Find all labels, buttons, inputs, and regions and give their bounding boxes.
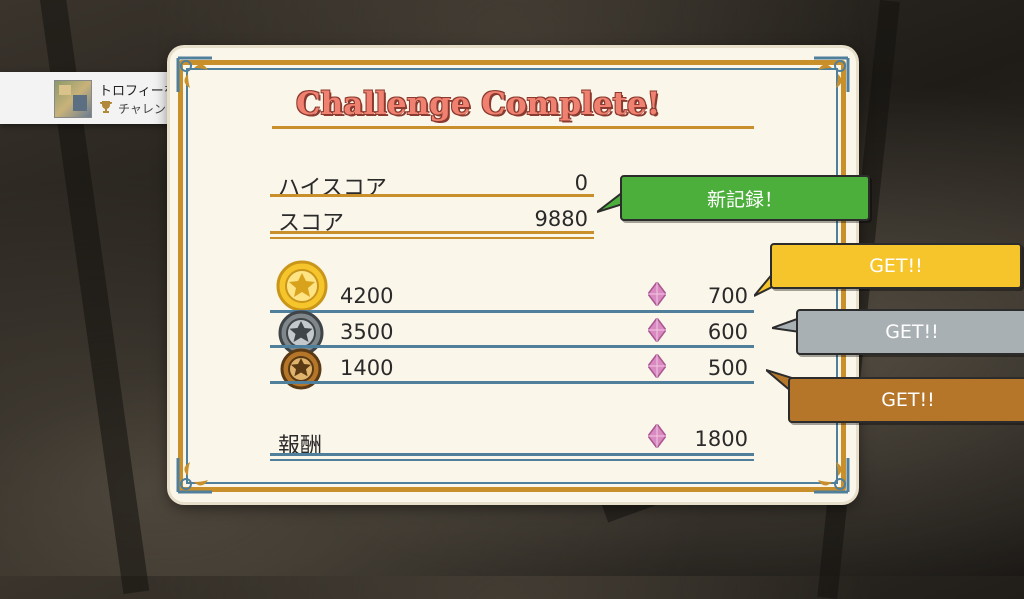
score-underline-double <box>270 237 594 239</box>
silver-get-badge: GET!! <box>796 309 1024 355</box>
silver-reward: 600 <box>707 320 748 344</box>
gem-icon <box>648 318 666 342</box>
gem-icon <box>648 424 666 448</box>
reward-total-value: 1800 <box>694 427 748 451</box>
high-score-label: ハイスコア <box>278 176 387 201</box>
corner-ornament-icon <box>176 56 212 92</box>
bronze-get-badge: GET!! <box>788 377 1024 423</box>
score-underline <box>270 231 594 234</box>
corner-ornament-icon <box>814 458 850 494</box>
gem-icon <box>648 282 666 306</box>
corner-ornament-icon <box>814 56 850 92</box>
total-underline-double <box>270 459 754 461</box>
gold-threshold: 4200 <box>340 284 394 308</box>
challenge-complete-title: Challenge Complete! <box>296 86 661 122</box>
silver-row-underline <box>270 345 754 348</box>
bronze-reward: 500 <box>707 356 748 380</box>
trophy-icon <box>100 101 112 113</box>
score-value: 9880 <box>534 207 588 231</box>
gold-get-badge: GET!! <box>770 243 1022 289</box>
gem-icon <box>648 354 666 378</box>
gold-row-underline <box>270 310 754 313</box>
gold-medal-icon <box>276 260 328 312</box>
game-thumbnail <box>54 80 92 118</box>
silver-threshold: 3500 <box>340 320 394 344</box>
high-score-underline <box>270 194 594 197</box>
bronze-row-underline <box>270 381 754 384</box>
title-underline <box>272 126 754 129</box>
corner-ornament-icon <box>176 458 212 494</box>
high-score-value: 0 <box>574 171 588 195</box>
gold-reward: 700 <box>707 284 748 308</box>
bronze-threshold: 1400 <box>340 356 394 380</box>
total-underline <box>270 453 754 456</box>
new-record-badge: 新記録！ <box>620 175 870 221</box>
